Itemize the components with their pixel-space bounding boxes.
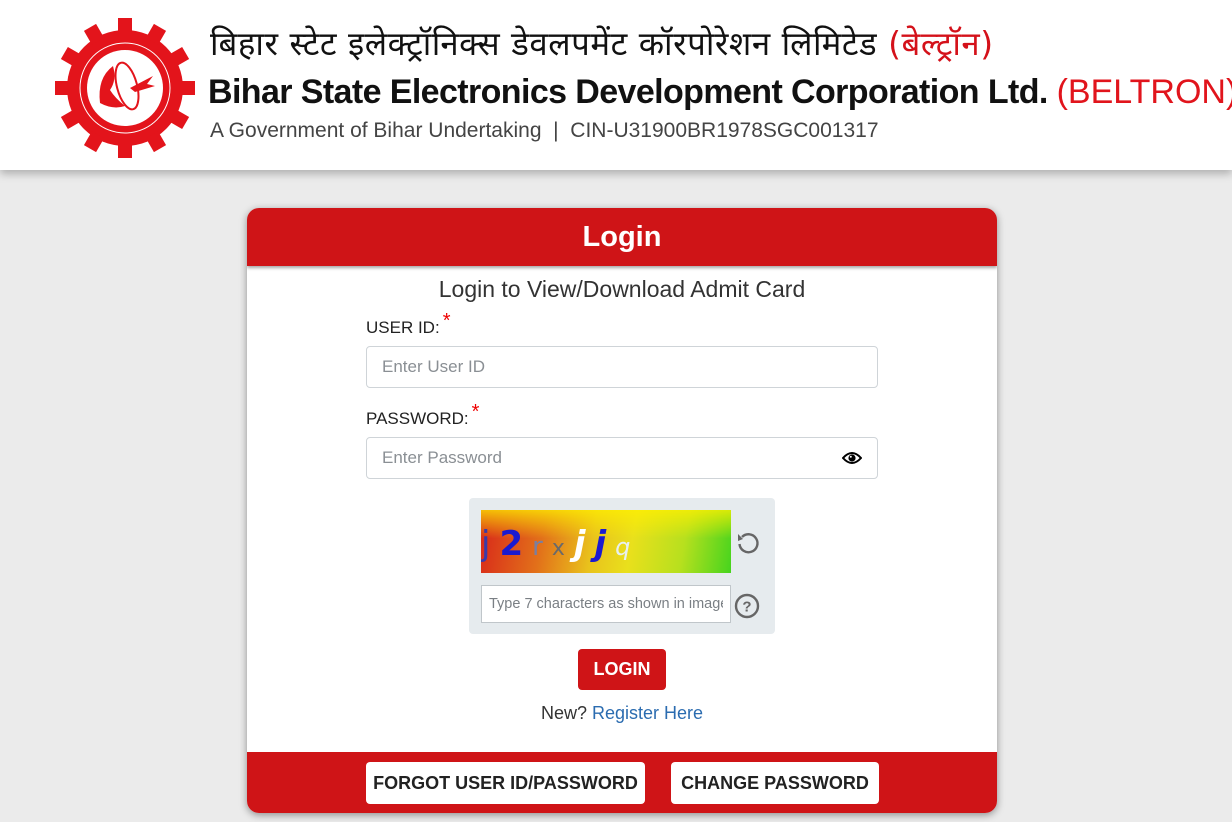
login-card-footer: FORGOT USER ID/PASSWORD CHANGE PASSWORD bbox=[247, 752, 997, 813]
password-input[interactable] bbox=[382, 448, 842, 468]
captcha-image: j2rxjjq bbox=[481, 510, 731, 573]
captcha-input[interactable] bbox=[481, 585, 731, 623]
captcha-box: j2rxjjq ? bbox=[469, 498, 775, 634]
user-id-input[interactable] bbox=[382, 357, 862, 377]
register-prompt-text: New? bbox=[540, 703, 587, 723]
required-mark: * bbox=[442, 310, 451, 332]
user-id-field[interactable] bbox=[366, 346, 878, 388]
captcha-char: j bbox=[594, 524, 607, 564]
register-link[interactable]: Register Here bbox=[592, 703, 703, 723]
user-id-label: USER ID: * bbox=[366, 310, 450, 339]
login-button[interactable]: LOGIN bbox=[578, 649, 666, 690]
captcha-char: r bbox=[532, 532, 543, 562]
captcha-char: 2 bbox=[499, 524, 524, 564]
change-password-button[interactable]: CHANGE PASSWORD bbox=[671, 762, 879, 804]
tagline: A Government of Bihar Undertaking | CIN-… bbox=[210, 119, 879, 142]
captcha-char: j bbox=[481, 524, 491, 564]
required-mark: * bbox=[471, 401, 480, 423]
login-subtitle: Login to View/Download Admit Card bbox=[438, 276, 806, 302]
forgot-credentials-button[interactable]: FORGOT USER ID/PASSWORD bbox=[366, 762, 645, 804]
password-field[interactable] bbox=[366, 437, 878, 479]
captcha-characters: j2rxjjq bbox=[481, 524, 639, 564]
login-card-header: Login bbox=[247, 208, 997, 266]
refresh-icon[interactable] bbox=[735, 530, 761, 556]
password-label: PASSWORD: * bbox=[366, 401, 479, 430]
english-title: Bihar State Electronics Development Corp… bbox=[208, 73, 1232, 112]
login-title: Login bbox=[582, 220, 662, 253]
login-card: Login Login to View/Download Admit Card … bbox=[247, 208, 997, 813]
beltron-logo bbox=[55, 18, 195, 158]
english-title-text: Bihar State Electronics Development Corp… bbox=[208, 73, 1048, 111]
english-abbr: (BELTRON) bbox=[1056, 73, 1232, 111]
register-prompt: New? Register Here bbox=[247, 703, 997, 724]
question-circle-icon[interactable]: ? bbox=[734, 593, 760, 619]
password-label-text: PASSWORD: bbox=[366, 409, 469, 428]
captcha-char: j bbox=[573, 524, 586, 564]
hindi-abbr: (बेल्ट्रॉन) bbox=[888, 24, 994, 63]
hindi-title-text: बिहार स्टेट इलेक्ट्रॉनिक्स डेवलपमेंट कॉर… bbox=[210, 24, 878, 63]
captcha-char: x bbox=[551, 536, 565, 561]
captcha-char: q bbox=[615, 533, 631, 561]
svg-text:?: ? bbox=[742, 599, 751, 616]
user-id-label-text: USER ID: bbox=[366, 318, 440, 337]
hindi-title: बिहार स्टेट इलेक्ट्रॉनिक्स डेवलपमेंट कॉर… bbox=[210, 20, 994, 65]
site-header: बिहार स्टेट इलेक्ट्रॉनिक्स डेवलपमेंट कॉर… bbox=[0, 0, 1232, 170]
eye-icon[interactable] bbox=[842, 451, 862, 465]
